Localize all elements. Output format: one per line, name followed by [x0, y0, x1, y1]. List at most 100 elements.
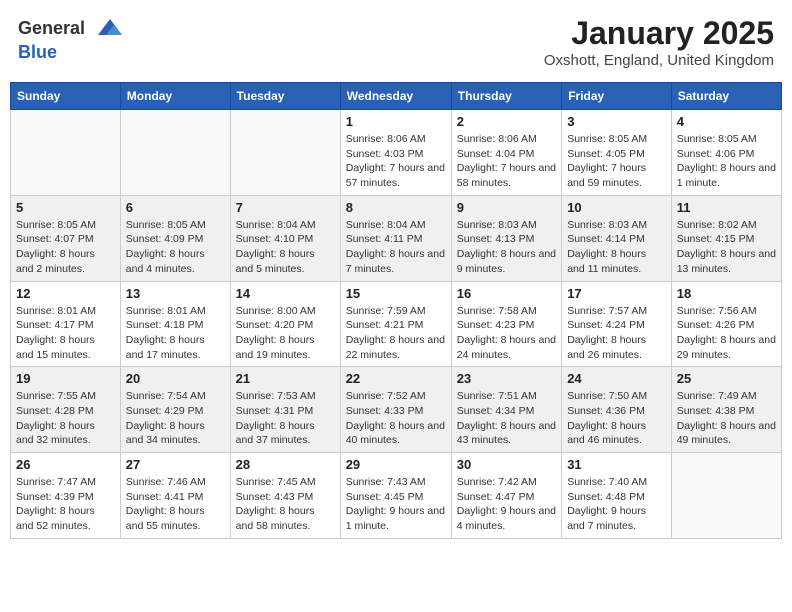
day-number: 31	[567, 457, 666, 472]
day-number: 6	[126, 200, 225, 215]
calendar-cell: 26 Sunrise: 7:47 AMSunset: 4:39 PMDayligh…	[11, 453, 121, 539]
calendar-cell	[11, 110, 121, 196]
day-number: 4	[677, 114, 776, 129]
day-info: Sunrise: 8:05 AMSunset: 4:05 PMDaylight:…	[567, 132, 666, 191]
calendar-cell: 28Sunrise: 7:45 AMSunset: 4:43 PMDayligh…	[230, 453, 340, 539]
day-info: Sunrise: 7:43 AMSunset: 4:45 PMDaylight:…	[346, 475, 446, 534]
day-info: Sunrise: 7:46 AMSunset: 4:41 PMDaylight:…	[126, 475, 225, 534]
column-header-monday: Monday	[120, 83, 230, 110]
calendar-cell	[120, 110, 230, 196]
calendar-cell: 22 Sunrise: 7:52 AMSunset: 4:33 PMDayligh…	[340, 367, 451, 453]
day-number: 12	[16, 286, 115, 301]
month-title: January 2025	[544, 15, 774, 52]
column-header-saturday: Saturday	[671, 83, 781, 110]
day-info: Sunrise: 7:55 AMSunset: 4:28 PMDaylight:…	[16, 389, 115, 448]
day-info: Sunrise: 8:03 AMSunset: 4:14 PMDaylight:…	[567, 218, 666, 277]
calendar-cell: 2 Sunrise: 8:06 AMSunset: 4:04 PMDaylight…	[451, 110, 561, 196]
day-number: 24	[567, 371, 666, 386]
day-number: 19	[16, 371, 115, 386]
day-info: Sunrise: 8:03 AMSunset: 4:13 PMDaylight:…	[457, 218, 556, 277]
day-number: 30	[457, 457, 556, 472]
day-info: Sunrise: 7:57 AMSunset: 4:24 PMDaylight:…	[567, 304, 666, 363]
logo: General Blue	[18, 15, 124, 63]
day-info: Sunrise: 8:00 AMSunset: 4:20 PMDaylight:…	[236, 304, 335, 363]
calendar-cell: 14 Sunrise: 8:00 AMSunset: 4:20 PMDayligh…	[230, 281, 340, 367]
calendar-cell: 19 Sunrise: 7:55 AMSunset: 4:28 PMDayligh…	[11, 367, 121, 453]
day-info: Sunrise: 7:54 AMSunset: 4:29 PMDaylight:…	[126, 389, 225, 448]
day-info: Sunrise: 7:40 AMSunset: 4:48 PMDaylight:…	[567, 475, 666, 534]
calendar-cell: 9 Sunrise: 8:03 AMSunset: 4:13 PMDaylight…	[451, 195, 561, 281]
day-info: Sunrise: 7:51 AMSunset: 4:34 PMDaylight:…	[457, 389, 556, 448]
day-info: Sunrise: 7:45 AMSunset: 4:43 PMDaylight:…	[236, 475, 335, 534]
calendar-cell: 27 Sunrise: 7:46 AMSunset: 4:41 PMDayligh…	[120, 453, 230, 539]
column-header-sunday: Sunday	[11, 83, 121, 110]
logo-blue-text: Blue	[18, 42, 57, 62]
calendar-cell: 15Sunrise: 7:59 AMSunset: 4:21 PMDayligh…	[340, 281, 451, 367]
day-number: 18	[677, 286, 776, 301]
day-number: 7	[236, 200, 335, 215]
day-number: 27	[126, 457, 225, 472]
day-info: Sunrise: 7:53 AMSunset: 4:31 PMDaylight:…	[236, 389, 335, 448]
day-number: 14	[236, 286, 335, 301]
day-number: 25	[677, 371, 776, 386]
column-header-wednesday: Wednesday	[340, 83, 451, 110]
day-info: Sunrise: 8:04 AMSunset: 4:10 PMDaylight:…	[236, 218, 335, 277]
calendar-cell: 13 Sunrise: 8:01 AMSunset: 4:18 PMDayligh…	[120, 281, 230, 367]
day-number: 20	[126, 371, 225, 386]
day-number: 2	[457, 114, 556, 129]
calendar-cell: 18Sunrise: 7:56 AMSunset: 4:26 PMDayligh…	[671, 281, 781, 367]
day-number: 29	[346, 457, 446, 472]
day-number: 21	[236, 371, 335, 386]
calendar-cell: 1 Sunrise: 8:06 AMSunset: 4:03 PMDaylight…	[340, 110, 451, 196]
title-area: January 2025 Oxshott, England, United Ki…	[544, 15, 774, 69]
logo-general-text: General	[18, 18, 85, 38]
day-info: Sunrise: 8:04 AMSunset: 4:11 PMDaylight:…	[346, 218, 446, 277]
calendar-week-row: 26 Sunrise: 7:47 AMSunset: 4:39 PMDayligh…	[11, 453, 782, 539]
calendar-cell: 3 Sunrise: 8:05 AMSunset: 4:05 PMDaylight…	[562, 110, 672, 196]
day-info: Sunrise: 8:05 AMSunset: 4:06 PMDaylight:…	[677, 132, 776, 191]
day-info: Sunrise: 7:49 AMSunset: 4:38 PMDaylight:…	[677, 389, 776, 448]
calendar-cell: 8 Sunrise: 8:04 AMSunset: 4:11 PMDaylight…	[340, 195, 451, 281]
day-info: Sunrise: 8:05 AMSunset: 4:09 PMDaylight:…	[126, 218, 225, 277]
day-number: 3	[567, 114, 666, 129]
day-number: 26	[16, 457, 115, 472]
calendar-cell: 16 Sunrise: 7:58 AMSunset: 4:23 PMDayligh…	[451, 281, 561, 367]
day-info: Sunrise: 7:52 AMSunset: 4:33 PMDaylight:…	[346, 389, 446, 448]
day-info: Sunrise: 8:06 AMSunset: 4:04 PMDaylight:…	[457, 132, 556, 191]
calendar-cell: 4 Sunrise: 8:05 AMSunset: 4:06 PMDaylight…	[671, 110, 781, 196]
day-number: 8	[346, 200, 446, 215]
day-number: 13	[126, 286, 225, 301]
calendar-cell: 17 Sunrise: 7:57 AMSunset: 4:24 PMDayligh…	[562, 281, 672, 367]
calendar-cell: 7 Sunrise: 8:04 AMSunset: 4:10 PMDaylight…	[230, 195, 340, 281]
day-number: 1	[346, 114, 446, 129]
day-info: Sunrise: 7:47 AMSunset: 4:39 PMDaylight:…	[16, 475, 115, 534]
calendar-cell: 10 Sunrise: 8:03 AMSunset: 4:14 PMDayligh…	[562, 195, 672, 281]
day-number: 16	[457, 286, 556, 301]
calendar-cell: 11 Sunrise: 8:02 AMSunset: 4:15 PMDayligh…	[671, 195, 781, 281]
calendar-week-row: 19 Sunrise: 7:55 AMSunset: 4:28 PMDayligh…	[11, 367, 782, 453]
day-number: 17	[567, 286, 666, 301]
day-info: Sunrise: 8:02 AMSunset: 4:15 PMDaylight:…	[677, 218, 776, 277]
column-header-tuesday: Tuesday	[230, 83, 340, 110]
day-number: 5	[16, 200, 115, 215]
calendar-cell	[230, 110, 340, 196]
day-number: 11	[677, 200, 776, 215]
day-number: 9	[457, 200, 556, 215]
calendar-cell: 30 Sunrise: 7:42 AMSunset: 4:47 PMDayligh…	[451, 453, 561, 539]
day-info: Sunrise: 8:01 AMSunset: 4:18 PMDaylight:…	[126, 304, 225, 363]
day-info: Sunrise: 8:01 AMSunset: 4:17 PMDaylight:…	[16, 304, 115, 363]
day-number: 22	[346, 371, 446, 386]
day-info: Sunrise: 8:06 AMSunset: 4:03 PMDaylight:…	[346, 132, 446, 191]
calendar-cell: 23Sunrise: 7:51 AMSunset: 4:34 PMDayligh…	[451, 367, 561, 453]
calendar-header-row: SundayMondayTuesdayWednesdayThursdayFrid…	[11, 83, 782, 110]
calendar-cell	[671, 453, 781, 539]
day-info: Sunrise: 8:05 AMSunset: 4:07 PMDaylight:…	[16, 218, 115, 277]
calendar-cell: 24Sunrise: 7:50 AMSunset: 4:36 PMDayligh…	[562, 367, 672, 453]
day-info: Sunrise: 7:42 AMSunset: 4:47 PMDaylight:…	[457, 475, 556, 534]
calendar-cell: 31 Sunrise: 7:40 AMSunset: 4:48 PMDayligh…	[562, 453, 672, 539]
day-info: Sunrise: 7:58 AMSunset: 4:23 PMDaylight:…	[457, 304, 556, 363]
day-info: Sunrise: 7:59 AMSunset: 4:21 PMDaylight:…	[346, 304, 446, 363]
header: General Blue January 2025 Oxshott, Engla…	[10, 10, 782, 74]
day-number: 10	[567, 200, 666, 215]
column-header-friday: Friday	[562, 83, 672, 110]
